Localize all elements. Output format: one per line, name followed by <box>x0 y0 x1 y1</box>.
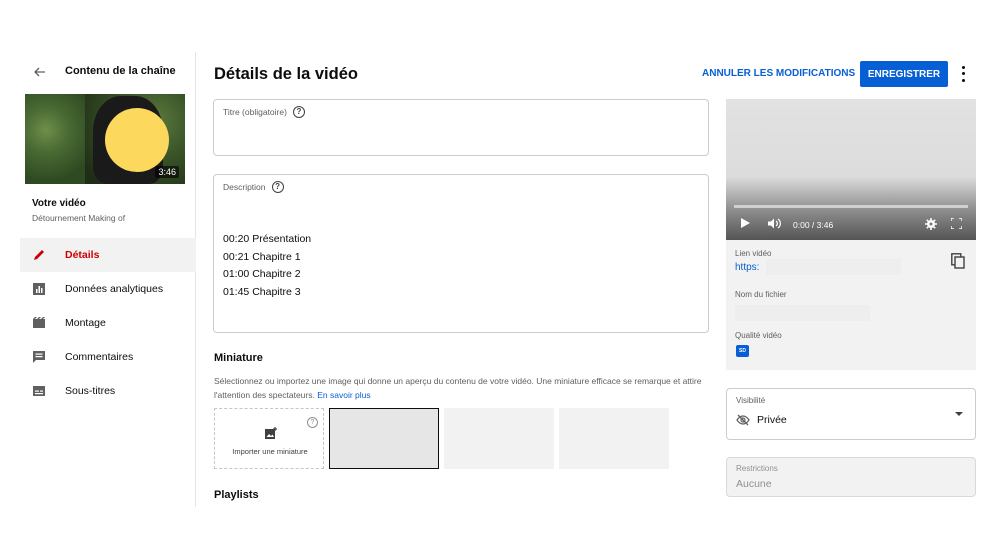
comment-icon <box>33 351 45 363</box>
thumbnail-heading: Miniature <box>214 352 263 364</box>
thumbnail-description-text: Sélectionnez ou importez une image qui d… <box>214 376 702 400</box>
thumbnail-description: Sélectionnez ou importez une image qui d… <box>214 374 714 402</box>
sd-quality-badge: SD <box>736 345 749 357</box>
video-player[interactable]: 0:00 / 3:46 <box>726 99 976 240</box>
sidebar-item-label: Données analytiques <box>65 283 164 295</box>
sidebar-item-label: Sous-titres <box>65 385 116 397</box>
sidebar-item-label: Détails <box>65 249 100 261</box>
thumbnail-option[interactable] <box>559 408 669 469</box>
thumbnail-face-blur <box>105 108 169 172</box>
title-label-text: Titre (obligatoire) <box>223 107 287 117</box>
clapper-icon <box>33 317 45 328</box>
sidebar-item-analytics[interactable]: Données analytiques <box>20 272 196 306</box>
thumbnail-option-selected[interactable] <box>329 408 439 469</box>
visibility-label: Visibilité <box>736 396 766 405</box>
play-icon[interactable] <box>741 218 750 228</box>
page-title: Détails de la vidéo <box>214 65 358 83</box>
back-label[interactable]: Contenu de la chaîne <box>65 65 176 77</box>
sidebar-item-editing[interactable]: Montage <box>20 306 196 340</box>
title-field[interactable]: Titre (obligatoire) ? <box>213 99 709 156</box>
video-link-label: Lien vidéo <box>735 249 772 258</box>
pencil-icon <box>34 250 44 260</box>
description-text[interactable]: 00:20 Présentation 00:21 Chapitre 1 01:0… <box>223 231 311 301</box>
subtitles-icon <box>33 386 45 396</box>
filename-label: Nom du fichier <box>735 290 787 299</box>
visibility-value: Privée <box>757 414 787 426</box>
video-link-blur <box>766 259 901 275</box>
visibility-select[interactable]: Visibilité Privée <box>726 388 976 440</box>
restrictions-value: Aucune <box>736 478 772 490</box>
copy-icon[interactable] <box>951 253 965 269</box>
help-icon[interactable]: ? <box>292 106 305 118</box>
description-line: 00:21 Chapitre 1 <box>223 250 301 263</box>
title-field-label: Titre (obligatoire) ? <box>223 106 305 118</box>
sidebar-nav: Détails Données analytiques Montage Comm… <box>20 238 196 408</box>
cancel-changes-button[interactable]: ANNULER LES MODIFICATIONS <box>702 62 855 86</box>
fullscreen-icon[interactable] <box>951 218 962 229</box>
settings-gear-icon[interactable] <box>925 218 937 230</box>
description-label-text: Description <box>223 182 266 192</box>
restrictions-label: Restrictions <box>736 464 778 473</box>
thumbnail-option[interactable] <box>444 408 554 469</box>
sidebar: Contenu de la chaîne 3:46 Votre vidéo Dé… <box>0 52 196 507</box>
eye-off-icon <box>736 414 750 426</box>
your-video-heading: Votre vidéo <box>32 198 86 209</box>
thumbnail-duration: 3:46 <box>155 166 179 178</box>
volume-icon[interactable] <box>768 218 782 229</box>
help-icon[interactable]: ? <box>271 181 284 193</box>
sidebar-item-comments[interactable]: Commentaires <box>20 340 196 374</box>
playlists-heading: Playlists <box>214 489 259 501</box>
upload-thumbnail-button[interactable]: ? Importer une miniature <box>214 408 324 469</box>
video-thumbnail[interactable]: 3:46 <box>25 94 185 184</box>
sidebar-item-subtitles[interactable]: Sous-titres <box>20 374 196 408</box>
description-field-label: Description ? <box>223 181 284 193</box>
sidebar-item-label: Commentaires <box>65 351 134 363</box>
description-line: 00:20 Présentation <box>223 233 312 245</box>
description-field[interactable]: Description ? 00:20 Présentation 00:21 C… <box>213 174 709 333</box>
upload-thumbnail-label: Importer une miniature <box>232 447 308 456</box>
filename-blur <box>735 305 870 321</box>
sidebar-item-details[interactable]: Détails <box>20 238 196 272</box>
help-icon[interactable]: ? <box>307 417 318 428</box>
sidebar-item-label: Montage <box>65 317 106 329</box>
progress-bar[interactable] <box>734 205 968 208</box>
add-image-icon <box>265 427 277 439</box>
learn-more-link[interactable]: En savoir plus <box>317 390 370 400</box>
video-time: 0:00 / 3:46 <box>793 220 834 230</box>
video-preview-panel: 0:00 / 3:46 Lien vidéo https: Nom du fic… <box>726 99 976 370</box>
back-to-channel-content[interactable]: Contenu de la chaîne <box>32 64 176 80</box>
dropdown-arrow-icon <box>955 412 963 416</box>
restrictions-field[interactable]: Restrictions Aucune <box>726 457 976 497</box>
video-name: Détournement Making of <box>32 213 126 223</box>
video-quality-label: Qualité vidéo <box>735 331 782 340</box>
save-button[interactable]: ENREGISTRER <box>860 61 948 87</box>
analytics-icon <box>33 283 45 295</box>
more-options-icon[interactable] <box>957 64 969 84</box>
back-arrow-icon[interactable] <box>32 64 48 80</box>
video-link[interactable]: https: <box>735 262 759 273</box>
description-line: 01:00 Chapitre 2 <box>223 268 301 280</box>
description-line: 01:45 Chapitre 3 <box>223 285 301 298</box>
